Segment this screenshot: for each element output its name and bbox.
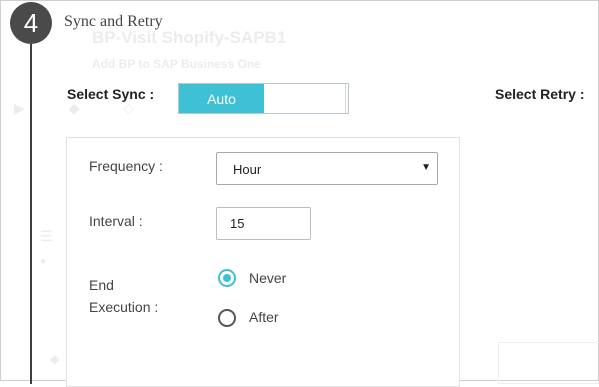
sync-toggle-on-label[interactable]: Auto xyxy=(179,84,264,113)
step-number-badge: 4 xyxy=(10,2,52,44)
background-box xyxy=(498,342,599,384)
end-execution-label: End Execution : xyxy=(89,274,158,318)
never-radio-label[interactable]: Never xyxy=(249,270,286,286)
frequency-selected-value: Hour xyxy=(233,162,262,177)
end-execution-label-line1: End xyxy=(89,277,114,293)
triangle-down-icon: ▼ xyxy=(421,162,431,173)
never-radio[interactable] xyxy=(218,269,236,287)
frequency-select[interactable]: Hour ▼ xyxy=(216,152,438,185)
step-connector-line xyxy=(30,44,32,384)
select-retry-label: Select Retry : xyxy=(495,86,585,102)
after-radio[interactable] xyxy=(218,309,236,327)
after-radio-label[interactable]: After xyxy=(249,309,279,325)
end-execution-label-line2: Execution : xyxy=(89,299,159,315)
frequency-label: Frequency : xyxy=(89,158,163,174)
background-icon: ☰ xyxy=(40,228,53,244)
background-icon-bottom: ◆ xyxy=(50,352,60,366)
select-sync-label: Select Sync : xyxy=(67,86,155,102)
background-title: BP-Visit Shopify-SAPB1 xyxy=(92,28,287,47)
background-icon-small: ● xyxy=(40,256,47,267)
background-subtitle: Add BP to SAP Business One xyxy=(92,57,261,71)
step-title: Sync and Retry xyxy=(64,13,163,30)
interval-label: Interval : xyxy=(89,213,143,229)
sync-toggle[interactable]: Auto xyxy=(178,83,349,114)
sync-toggle-edge xyxy=(345,84,346,113)
interval-input[interactable]: 15 xyxy=(216,207,311,240)
